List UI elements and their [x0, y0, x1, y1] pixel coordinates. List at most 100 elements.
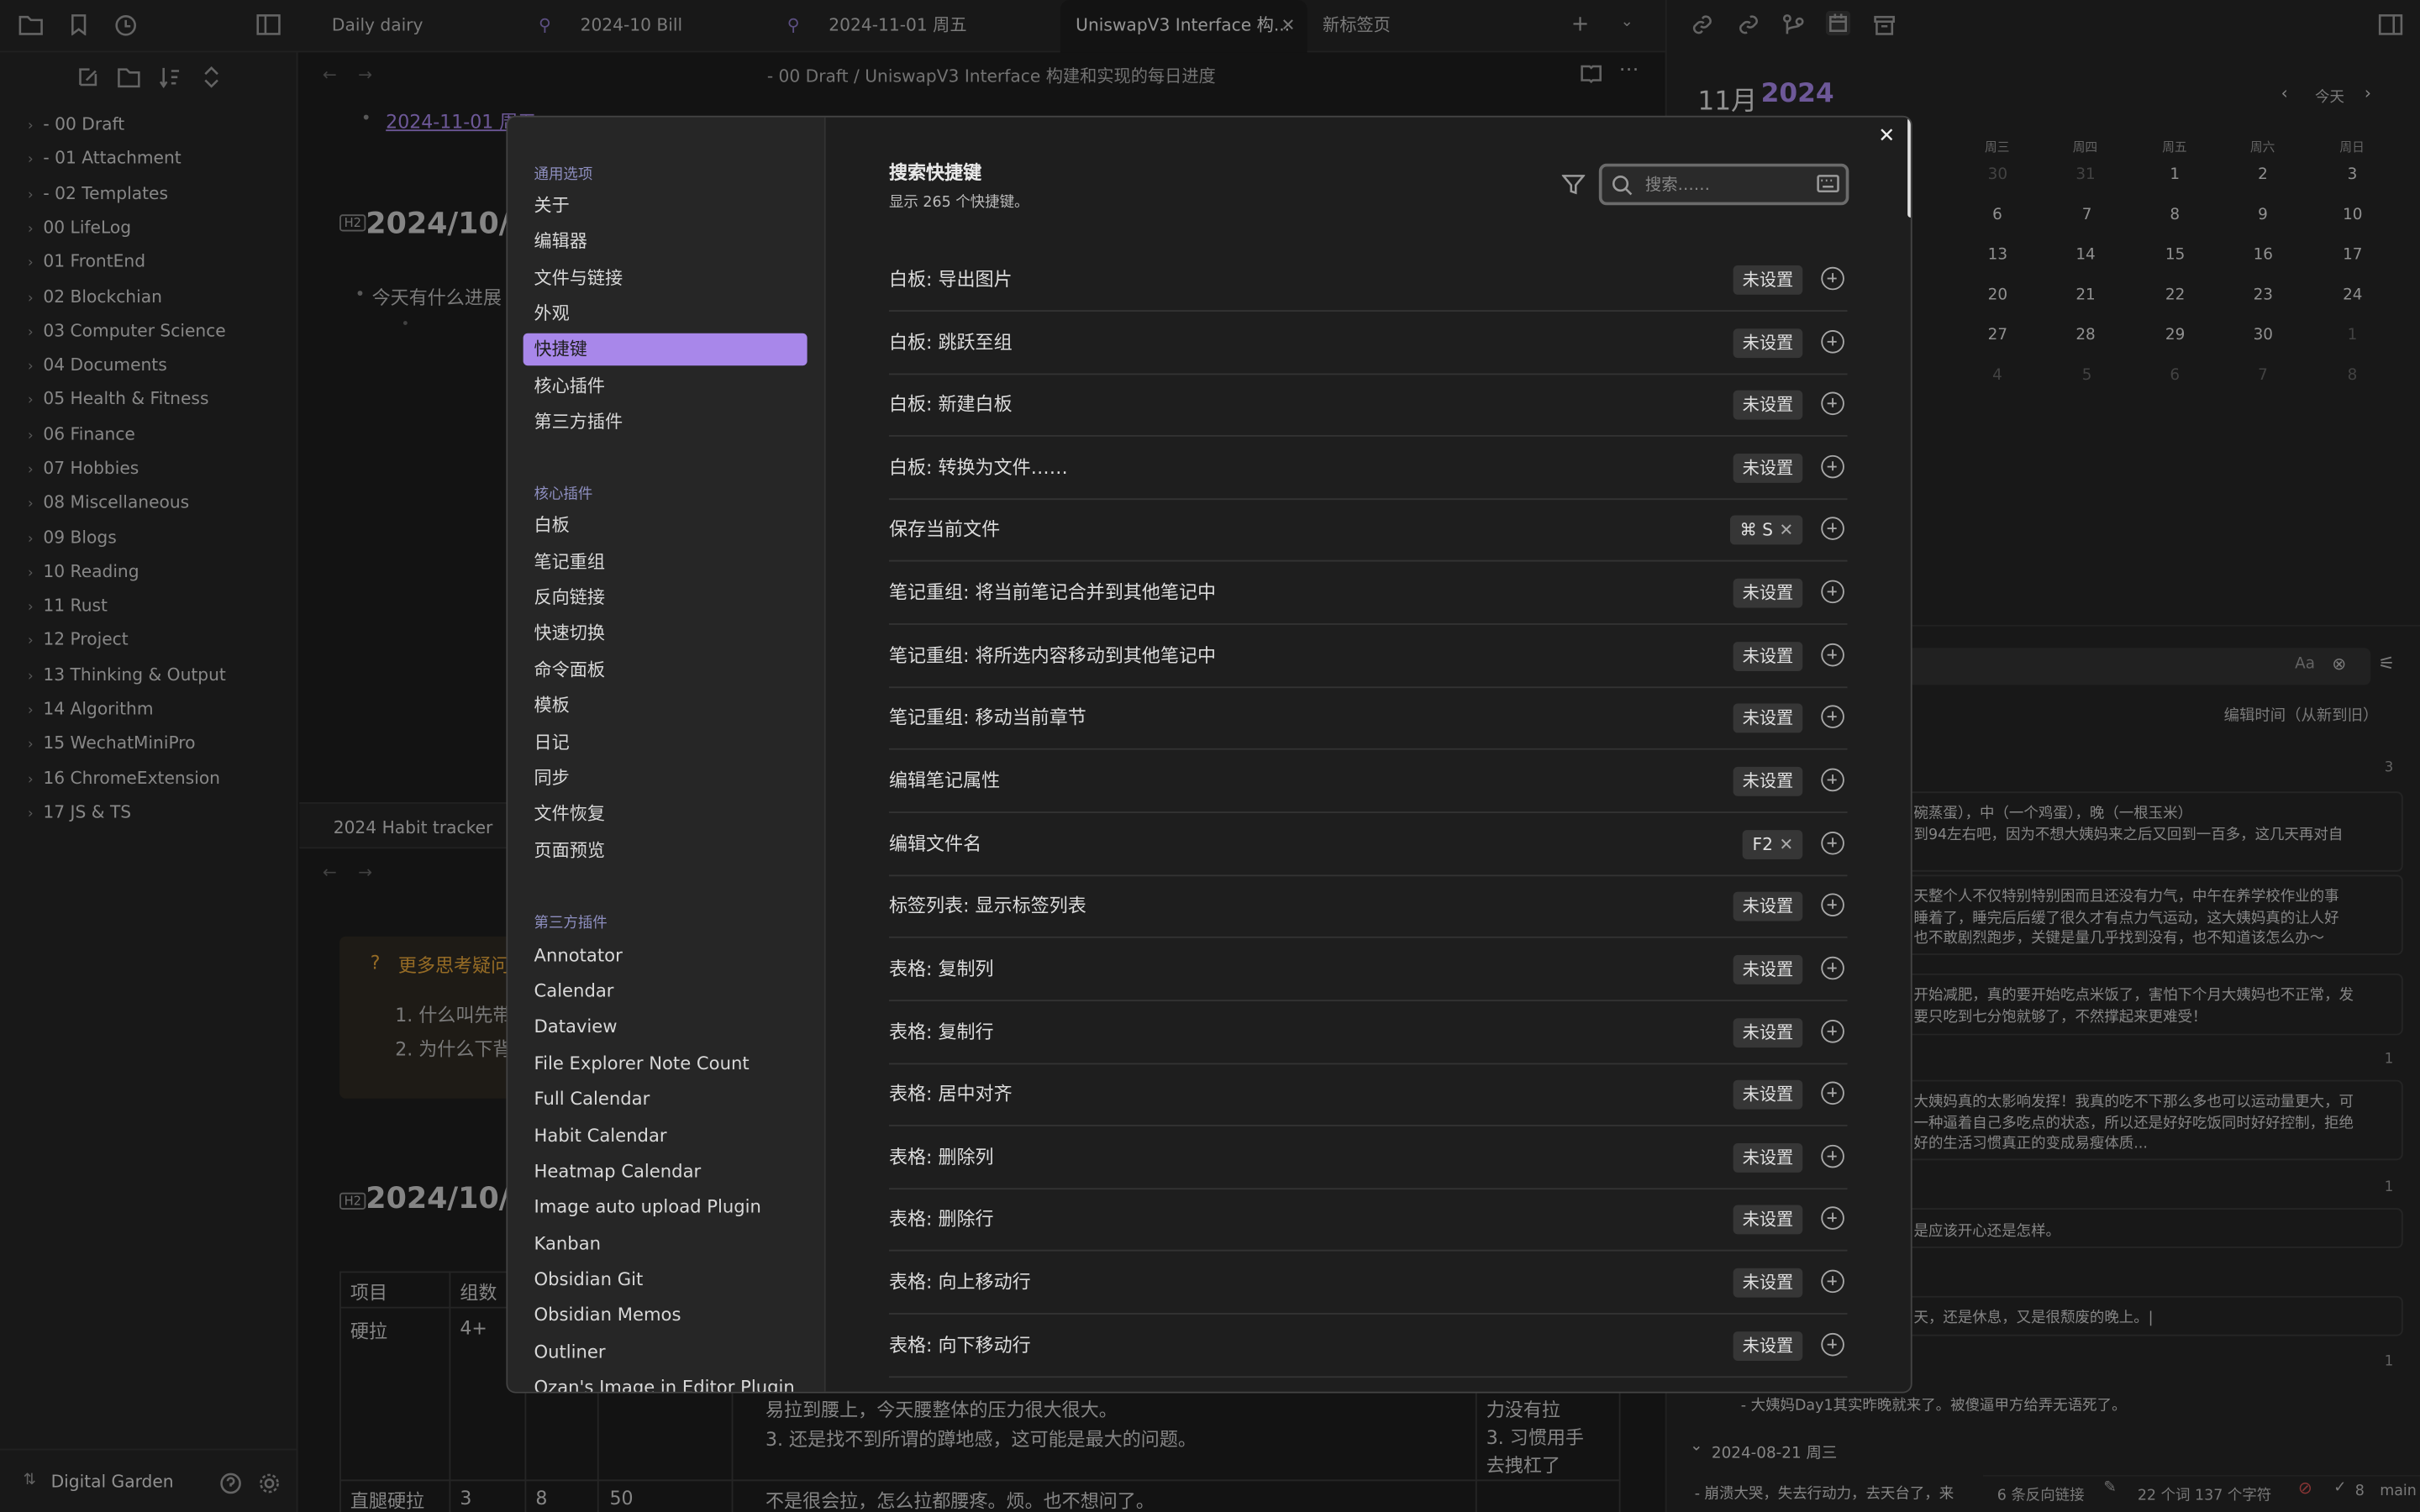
filter-icon[interactable] — [1561, 173, 1586, 197]
hotkey-badge[interactable]: 未设置 — [1733, 1205, 1803, 1235]
add-hotkey-icon[interactable] — [1821, 1269, 1844, 1294]
panel-title: 搜索快捷键 — [888, 161, 982, 184]
add-hotkey-icon[interactable] — [1821, 893, 1844, 916]
add-hotkey-icon[interactable] — [1821, 580, 1844, 604]
hotkey-badge[interactable]: 未设置 — [1733, 1142, 1803, 1173]
hotkey-badge[interactable]: 未设置 — [1733, 703, 1803, 733]
nav-item-plugin[interactable]: Full Calendar — [523, 1083, 808, 1116]
nav-item-appearance[interactable]: 外观 — [523, 297, 808, 330]
nav-scrollbar[interactable] — [824, 118, 826, 1163]
nav-item-plugin[interactable]: Annotator — [523, 940, 808, 973]
add-hotkey-icon[interactable] — [1821, 391, 1844, 416]
nav-item-hotkeys[interactable]: 快捷键 — [523, 333, 808, 366]
hotkey-badge[interactable]: 未设置 — [1733, 265, 1803, 295]
hotkey-row: 保存当前文件 ⌘ S ✕ — [888, 498, 1848, 562]
nav-item-plugin[interactable]: Dataview — [523, 1011, 808, 1043]
add-hotkey-icon[interactable] — [1821, 266, 1844, 291]
main-scrollbar[interactable] — [1907, 117, 1911, 218]
hotkey-row: 表格: 删除行 未设置 — [888, 1188, 1848, 1252]
hotkey-row: 白板: 新建白板 未设置 — [888, 373, 1848, 437]
hotkey-badge[interactable]: 未设置 — [1733, 766, 1803, 796]
search-icon — [1612, 176, 1633, 196]
add-hotkey-icon[interactable] — [1821, 1020, 1844, 1043]
hotkey-row: 表格: 向上移动行 未设置 — [888, 1252, 1848, 1315]
nav-item-plugin[interactable]: Outliner — [523, 1336, 808, 1369]
nav-item-plugin[interactable]: Ozan's Image in Editor Plugin — [523, 1372, 808, 1391]
nav-section-general: 通用选项 — [534, 166, 593, 184]
nav-item-plugin[interactable]: File Explorer Note Count — [523, 1047, 808, 1080]
nav-item-plugin[interactable]: Image auto upload Plugin — [523, 1191, 808, 1224]
nav-item-canvas[interactable]: 白板 — [523, 509, 808, 542]
hotkey-row: 白板: 跳跃至组 未设置 — [888, 312, 1848, 375]
nav-item-community-plugins[interactable]: 第三方插件 — [523, 406, 808, 438]
nav-item-page-preview[interactable]: 页面预览 — [523, 835, 808, 868]
hotkey-search-input[interactable]: 搜索…… — [1645, 173, 1710, 197]
nav-section-community: 第三方插件 — [534, 915, 608, 932]
nav-item-quick-switcher[interactable]: 快速切换 — [523, 617, 808, 650]
hotkey-search-field[interactable] — [1598, 163, 1849, 206]
nav-item-plugin[interactable]: Heatmap Calendar — [523, 1156, 808, 1189]
remove-hotkey-icon[interactable]: ✕ — [1779, 830, 1793, 859]
hotkey-row: 白板: 导出图片 未设置 — [888, 249, 1848, 312]
nav-item-templates[interactable]: 模板 — [523, 690, 808, 722]
settings-modal: 通用选项 关于 编辑器 文件与链接 外观 快捷键 核心插件 第三方插件 核心插件… — [506, 115, 1912, 1394]
hotkey-row: 标签列表: 显示标签列表 未设置 — [888, 874, 1848, 938]
hotkey-badge[interactable]: 未设置 — [1733, 642, 1803, 671]
add-hotkey-icon[interactable] — [1821, 956, 1844, 980]
close-icon[interactable]: ✕ — [1878, 125, 1895, 149]
hotkey-badge[interactable]: 未设置 — [1733, 578, 1803, 608]
hotkey-badge[interactable]: 未设置 — [1733, 1018, 1803, 1048]
nav-item-plugin[interactable]: Obsidian Git — [523, 1263, 808, 1296]
nav-item-command-palette[interactable]: 命令面板 — [523, 654, 808, 687]
hotkey-row: 表格: 删除列 未设置 — [888, 1126, 1848, 1190]
nav-item-files[interactable]: 文件与链接 — [523, 262, 808, 295]
hotkey-row: 笔记重组: 将当前笔记合并到其他笔记中 未设置 — [888, 562, 1848, 625]
nav-item-core-plugins[interactable]: 核心插件 — [523, 370, 808, 403]
hotkey-badge[interactable]: ⌘ S ✕ — [1730, 515, 1803, 545]
add-hotkey-icon[interactable] — [1821, 768, 1844, 792]
hotkey-badge[interactable]: 未设置 — [1733, 453, 1803, 483]
add-hotkey-icon[interactable] — [1821, 1332, 1844, 1357]
hotkey-count: 显示 265 个快捷键。 — [888, 194, 1029, 212]
settings-nav: 通用选项 关于 编辑器 文件与链接 外观 快捷键 核心插件 第三方插件 核心插件… — [508, 117, 826, 1392]
hotkey-row: 编辑文件名 F2 ✕ — [888, 813, 1848, 877]
hotkey-badge[interactable]: 未设置 — [1733, 328, 1803, 359]
nav-item-file-recovery[interactable]: 文件恢复 — [523, 798, 808, 831]
nav-item-editor[interactable]: 编辑器 — [523, 225, 808, 258]
nav-item-sync[interactable]: 同步 — [523, 762, 808, 795]
hotkey-row: 笔记重组: 移动当前章节 未设置 — [888, 686, 1848, 750]
add-hotkey-icon[interactable] — [1821, 1081, 1844, 1105]
keyboard-icon[interactable] — [1817, 175, 1840, 193]
hotkey-badge[interactable]: 未设置 — [1733, 891, 1803, 921]
nav-item-daily-notes[interactable]: 日记 — [523, 727, 808, 759]
hotkey-row: 白板: 转换为文件…… 未设置 — [888, 437, 1848, 501]
add-hotkey-icon[interactable] — [1821, 1206, 1844, 1230]
nav-item-plugin[interactable]: Kanban — [523, 1228, 808, 1261]
hotkey-badge[interactable]: 未设置 — [1733, 954, 1803, 984]
remove-hotkey-icon[interactable]: ✕ — [1779, 515, 1793, 544]
hotkey-badge[interactable]: F2 ✕ — [1743, 830, 1803, 860]
hotkey-row: 表格: 复制行 未设置 — [888, 1001, 1848, 1065]
nav-item-note-composer[interactable]: 笔记重组 — [523, 546, 808, 579]
hotkey-row: 表格: 居中对齐 未设置 — [888, 1063, 1848, 1126]
nav-item-about[interactable]: 关于 — [523, 190, 808, 223]
hotkey-badge[interactable]: 未设置 — [1733, 1331, 1803, 1361]
hotkey-badge[interactable]: 未设置 — [1733, 1268, 1803, 1298]
add-hotkey-icon[interactable] — [1821, 330, 1844, 354]
nav-item-plugin[interactable]: Calendar — [523, 975, 808, 1008]
nav-item-plugin[interactable]: Obsidian Memos — [523, 1299, 808, 1332]
add-hotkey-icon[interactable] — [1821, 705, 1844, 728]
nav-item-backlinks[interactable]: 反向链接 — [523, 581, 808, 614]
add-hotkey-icon[interactable] — [1821, 517, 1844, 540]
add-hotkey-icon[interactable] — [1821, 831, 1844, 855]
hotkey-row: 编辑笔记属性 未设置 — [888, 750, 1848, 813]
add-hotkey-icon[interactable] — [1821, 454, 1844, 479]
hotkey-row: 表格: 复制列 未设置 — [888, 938, 1848, 1002]
hotkey-badge[interactable]: 未设置 — [1733, 1079, 1803, 1110]
hotkey-row: 表格: 向下移动行 未设置 — [888, 1315, 1848, 1378]
add-hotkey-icon[interactable] — [1821, 643, 1844, 667]
nav-item-plugin[interactable]: Habit Calendar — [523, 1120, 808, 1152]
hotkey-badge[interactable]: 未设置 — [1733, 390, 1803, 420]
hotkeys-panel: 搜索快捷键 显示 265 个快捷键。 搜索…… 白板: 导出图片 未设置 白板: … — [827, 117, 1911, 1392]
add-hotkey-icon[interactable] — [1821, 1144, 1844, 1168]
